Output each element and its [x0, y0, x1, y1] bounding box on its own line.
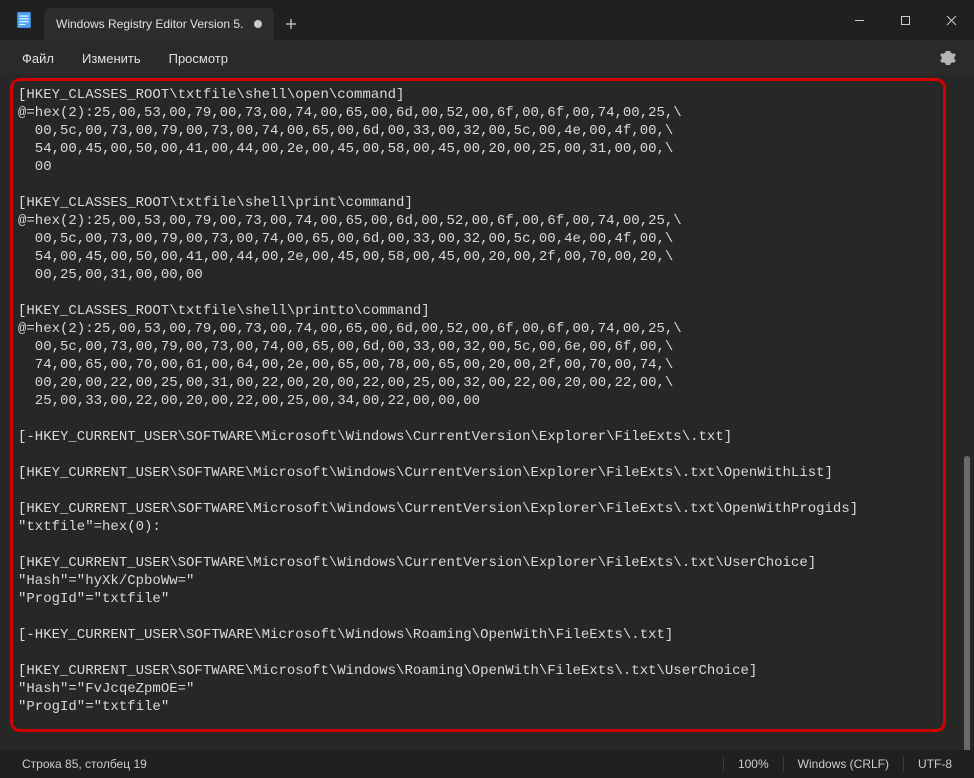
menu-view[interactable]: Просмотр — [157, 45, 240, 72]
status-cursor-position[interactable]: Строка 85, столбец 19 — [8, 757, 161, 771]
gear-icon — [940, 50, 956, 66]
menu-file[interactable]: Файл — [10, 45, 66, 72]
close-button[interactable] — [928, 0, 974, 40]
menu-edit[interactable]: Изменить — [70, 45, 153, 72]
text-editor[interactable]: [HKEY_CLASSES_ROOT\txtfile\shell\open\co… — [10, 80, 954, 746]
tab-modified-indicator-icon — [254, 20, 262, 28]
status-encoding[interactable]: UTF-8 — [904, 757, 966, 771]
maximize-button[interactable] — [882, 0, 928, 40]
titlebar: Windows Registry Editor Version 5. — [0, 0, 974, 40]
settings-button[interactable] — [932, 42, 964, 74]
status-line-ending[interactable]: Windows (CRLF) — [784, 757, 903, 771]
status-zoom[interactable]: 100% — [724, 757, 783, 771]
new-tab-button[interactable] — [274, 8, 308, 40]
vertical-scrollbar[interactable] — [964, 456, 970, 750]
tab-title: Windows Registry Editor Version 5. — [56, 17, 244, 31]
menubar: Файл Изменить Просмотр — [0, 40, 974, 76]
minimize-button[interactable] — [836, 0, 882, 40]
notepad-app-icon — [14, 10, 34, 30]
document-tab[interactable]: Windows Registry Editor Version 5. — [44, 8, 274, 40]
editor-area: [HKEY_CLASSES_ROOT\txtfile\shell\open\co… — [0, 76, 974, 750]
statusbar: Строка 85, столбец 19 100% Windows (CRLF… — [0, 750, 974, 778]
window-controls — [836, 0, 974, 40]
